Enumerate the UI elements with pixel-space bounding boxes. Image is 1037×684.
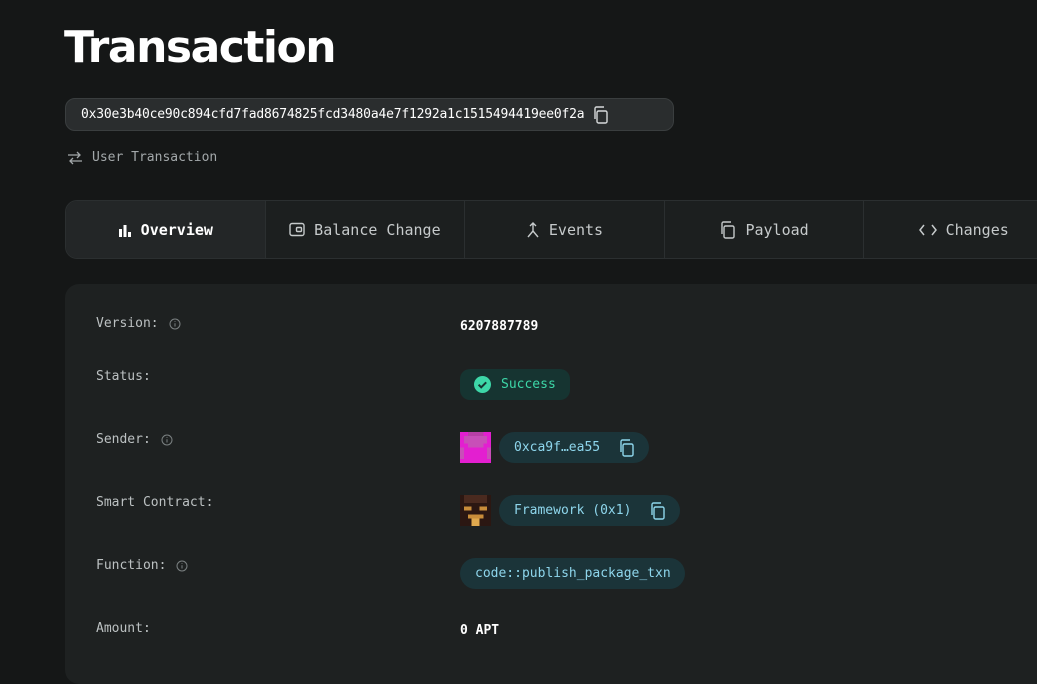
code-icon: [918, 224, 937, 236]
contract-address[interactable]: Framework (0x1): [514, 503, 631, 518]
status-badge: Success: [460, 369, 570, 400]
sender-value-cell: 0xca9f…ea55: [460, 432, 650, 463]
tab-label: Changes: [945, 220, 1009, 239]
tab-label: Payload: [745, 220, 809, 239]
status-value: Success: [501, 377, 556, 392]
contract-pill[interactable]: Framework (0x1): [499, 495, 681, 526]
version-row: Version:: [96, 316, 181, 331]
tab-changes[interactable]: Changes: [864, 201, 1037, 258]
tab-label: Overview: [140, 220, 213, 239]
tab-balance-change[interactable]: Balance Change: [266, 201, 466, 258]
tab-payload[interactable]: Payload: [665, 201, 865, 258]
tab-events[interactable]: Events: [465, 201, 665, 258]
copy-icon: [651, 501, 666, 520]
copy-contract-button[interactable]: [649, 501, 666, 520]
copy-icon: [719, 220, 736, 239]
smart-contract-row: Smart Contract:: [96, 495, 213, 510]
events-icon: [526, 221, 540, 238]
bar-chart-icon: [118, 223, 132, 237]
wallet-icon: [289, 222, 305, 237]
sender-label: Sender:: [96, 432, 151, 447]
smart-contract-value-cell: Framework (0x1): [460, 495, 681, 526]
version-value[interactable]: 6207887789: [460, 319, 538, 334]
smart-contract-label: Smart Contract:: [96, 495, 214, 510]
info-icon[interactable]: [176, 560, 188, 572]
status-value-cell: Success: [460, 369, 570, 400]
status-label: Status:: [96, 369, 151, 384]
amount-value: 0 APT: [460, 622, 500, 638]
swap-arrows-icon: [67, 151, 83, 165]
version-label: Version:: [96, 316, 159, 331]
status-row: Status:: [96, 369, 151, 384]
page-title: Transaction: [64, 22, 337, 73]
amount-value-cell: 0 APT: [460, 620, 499, 640]
function-label: Function:: [96, 558, 167, 573]
amount-row: Amount:: [96, 621, 151, 636]
sender-address-pill[interactable]: 0xca9f…ea55: [499, 432, 650, 463]
transaction-type: User Transaction: [67, 150, 217, 165]
transaction-hash: 0x30e3b40ce90c894cfd7fad8674825fcd3480a4…: [81, 107, 585, 122]
function-value[interactable]: code::publish_package_txn: [475, 566, 671, 581]
transaction-hash-box: 0x30e3b40ce90c894cfd7fad8674825fcd3480a4…: [65, 98, 674, 131]
version-value-cell: 6207887789: [460, 316, 538, 336]
sender-avatar[interactable]: [460, 432, 491, 463]
amount-label: Amount:: [96, 621, 151, 636]
info-icon[interactable]: [161, 434, 173, 446]
copy-hash-button[interactable]: [592, 105, 609, 124]
transaction-type-label: User Transaction: [92, 150, 218, 165]
function-value-cell: code::publish_package_txn: [460, 558, 685, 589]
check-circle-icon: [474, 376, 491, 393]
function-pill[interactable]: code::publish_package_txn: [460, 558, 685, 589]
info-icon[interactable]: [169, 318, 181, 330]
copy-icon: [620, 438, 634, 457]
tab-label: Events: [548, 220, 604, 239]
details-panel: [65, 284, 1037, 684]
function-row: Function:: [96, 558, 188, 573]
contract-avatar[interactable]: [460, 495, 491, 526]
tab-bar: Overview Balance Change Events Payload C…: [65, 200, 1037, 259]
sender-address[interactable]: 0xca9f…ea55: [514, 440, 600, 455]
copy-icon: [594, 105, 609, 124]
tab-label: Balance Change: [314, 220, 441, 239]
sender-row: Sender:: [96, 432, 173, 447]
tab-overview[interactable]: Overview: [66, 201, 266, 258]
copy-sender-button[interactable]: [618, 438, 635, 457]
